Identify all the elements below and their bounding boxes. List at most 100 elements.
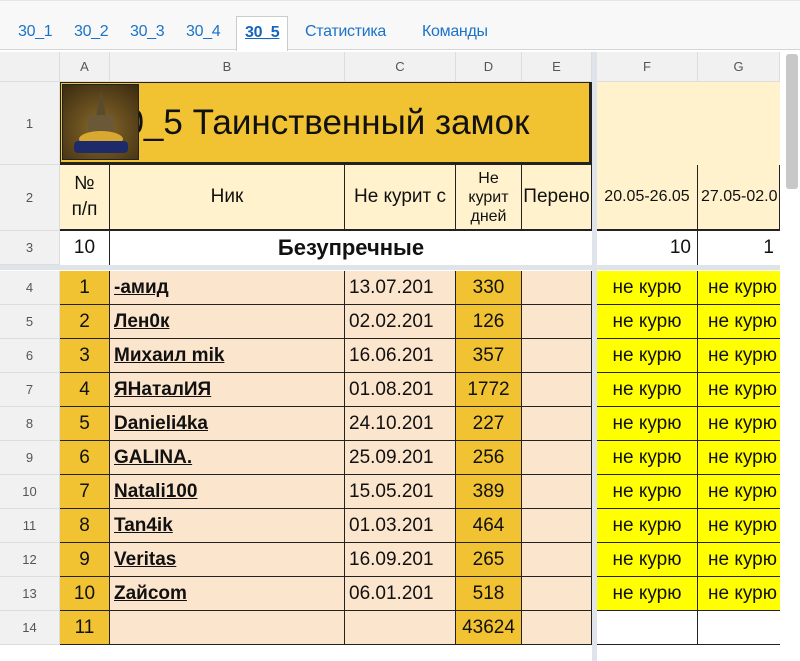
frozen-row-divider[interactable] [0, 265, 780, 270]
column-header-C[interactable]: C [345, 52, 456, 82]
nick-link[interactable]: Михаил mik [110, 339, 345, 373]
row-number[interactable]: 5 [60, 407, 110, 441]
transfer-cell[interactable] [522, 509, 592, 543]
row-number[interactable]: 7 [60, 475, 110, 509]
days-count[interactable]: 43624 [456, 611, 522, 645]
group-name[interactable]: Безупречные [110, 231, 592, 265]
status-week1[interactable]: не курю [597, 509, 698, 543]
group-f[interactable]: 10 [597, 231, 698, 265]
since-date[interactable]: 25.09.201 [345, 441, 456, 475]
since-date[interactable] [345, 611, 456, 645]
column-header-G[interactable]: G [698, 52, 780, 82]
group-count[interactable]: 10 [60, 231, 110, 265]
status-week1[interactable]: не курю [597, 271, 698, 305]
row-header-12[interactable]: 12 [0, 543, 60, 577]
row-header-5[interactable]: 5 [0, 305, 60, 339]
status-week2[interactable] [698, 611, 780, 645]
row-number[interactable]: 9 [60, 543, 110, 577]
row-number[interactable]: 1 [60, 271, 110, 305]
days-count[interactable]: 357 [456, 339, 522, 373]
since-date[interactable]: 01.08.201 [345, 373, 456, 407]
status-week2[interactable]: не курю [698, 407, 780, 441]
status-week2[interactable]: не курю [698, 577, 780, 611]
row-header-8[interactable]: 8 [0, 407, 60, 441]
column-header-B[interactable]: B [110, 52, 345, 82]
row-number[interactable]: 6 [60, 441, 110, 475]
since-date[interactable]: 16.09.201 [345, 543, 456, 577]
transfer-cell[interactable] [522, 373, 592, 407]
status-week2[interactable]: не курю [698, 543, 780, 577]
status-week2[interactable]: не курю [698, 509, 780, 543]
row-number[interactable]: 2 [60, 305, 110, 339]
select-all-corner[interactable] [0, 52, 60, 82]
column-header-F[interactable]: F [597, 52, 698, 82]
nick-link[interactable]: -амид [110, 271, 345, 305]
status-week1[interactable]: не курю [597, 441, 698, 475]
status-week1[interactable]: не курю [597, 407, 698, 441]
transfer-cell[interactable] [522, 407, 592, 441]
row-header-10[interactable]: 10 [0, 475, 60, 509]
days-count[interactable]: 464 [456, 509, 522, 543]
row-number[interactable]: 3 [60, 339, 110, 373]
status-week2[interactable]: не курю [698, 373, 780, 407]
days-count[interactable]: 389 [456, 475, 522, 509]
status-week2[interactable]: не курю [698, 475, 780, 509]
tab-30_3[interactable]: 30_3 [122, 16, 172, 51]
row-number[interactable]: 10 [60, 577, 110, 611]
cell-F1-G1[interactable] [597, 82, 780, 165]
status-week2[interactable]: не курю [698, 441, 780, 475]
nick-link[interactable]: Tan4ik [110, 509, 345, 543]
nick-link[interactable]: ЯНаталИЯ [110, 373, 345, 407]
row-header-4[interactable]: 4 [0, 271, 60, 305]
row-number[interactable]: 8 [60, 509, 110, 543]
tab-30_2[interactable]: 30_2 [66, 16, 116, 51]
status-week1[interactable]: не курю [597, 475, 698, 509]
tab-30_4[interactable]: 30_4 [178, 16, 228, 51]
status-week1[interactable]: не курю [597, 305, 698, 339]
tab-Команды[interactable]: Команды [414, 16, 496, 51]
row-header-3[interactable]: 3 [0, 231, 60, 265]
status-week2[interactable]: не курю [698, 271, 780, 305]
days-count[interactable]: 126 [456, 305, 522, 339]
row-number[interactable]: 4 [60, 373, 110, 407]
transfer-cell[interactable] [522, 305, 592, 339]
days-count[interactable]: 265 [456, 543, 522, 577]
transfer-cell[interactable] [522, 543, 592, 577]
days-count[interactable]: 518 [456, 577, 522, 611]
row-header-7[interactable]: 7 [0, 373, 60, 407]
nick-link[interactable]: Natali100 [110, 475, 345, 509]
status-week1[interactable] [597, 611, 698, 645]
transfer-cell[interactable] [522, 475, 592, 509]
since-date[interactable]: 06.01.201 [345, 577, 456, 611]
days-count[interactable]: 227 [456, 407, 522, 441]
days-count[interactable]: 330 [456, 271, 522, 305]
since-date[interactable]: 24.10.201 [345, 407, 456, 441]
status-week1[interactable]: не курю [597, 577, 698, 611]
nick-link[interactable]: GALINA. [110, 441, 345, 475]
tab-Статистика[interactable]: Статистика [297, 16, 394, 51]
scrollbar-thumb[interactable] [786, 54, 798, 189]
tab-30_5[interactable]: 30_5 [236, 16, 289, 51]
transfer-cell[interactable] [522, 441, 592, 475]
tab-30_1[interactable]: 30_1 [10, 16, 60, 51]
status-week1[interactable]: не курю [597, 543, 698, 577]
column-header-E[interactable]: E [522, 52, 592, 82]
row-header-2[interactable]: 2 [0, 165, 60, 231]
transfer-cell[interactable] [522, 611, 592, 645]
transfer-cell[interactable] [522, 577, 592, 611]
row-header-13[interactable]: 13 [0, 577, 60, 611]
status-week1[interactable]: не курю [597, 339, 698, 373]
nick-link[interactable]: Danieli4ka [110, 407, 345, 441]
status-week2[interactable]: не курю [698, 339, 780, 373]
row-header-9[interactable]: 9 [0, 441, 60, 475]
transfer-cell[interactable] [522, 339, 592, 373]
nick-link[interactable]: Veritas [110, 543, 345, 577]
status-week2[interactable]: не курю [698, 305, 780, 339]
frozen-column-divider[interactable] [592, 52, 597, 661]
row-header-1[interactable]: 1 [0, 82, 60, 165]
since-date[interactable]: 15.05.201 [345, 475, 456, 509]
since-date[interactable]: 16.06.201 [345, 339, 456, 373]
title-cell[interactable]: 30_5 Таинственный замок [60, 82, 592, 165]
since-date[interactable]: 02.02.201 [345, 305, 456, 339]
row-number[interactable]: 11 [60, 611, 110, 645]
